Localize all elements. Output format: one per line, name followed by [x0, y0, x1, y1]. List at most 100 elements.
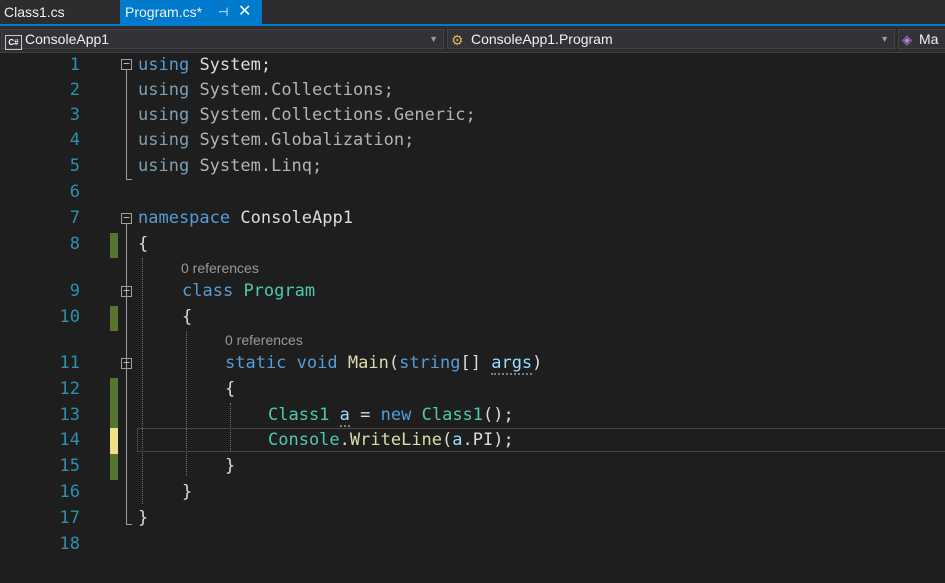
change-marker-saved — [110, 233, 118, 258]
tab-label: Program.cs* — [125, 4, 203, 20]
change-marker-unsaved — [110, 428, 118, 454]
tab-label: Class1.cs — [4, 4, 65, 20]
namespace-token: System — [199, 55, 261, 75]
navigation-bar: C# ConsoleApp1 ▼ ⚙ ConsoleApp1.Program ▼… — [0, 26, 945, 53]
code-line-9[interactable]: class Program — [182, 279, 315, 304]
line-number: 12 — [59, 379, 80, 399]
code-line-13[interactable]: Class1 a = new Class1(); — [268, 403, 514, 428]
project-dropdown-value: ConsoleApp1 — [25, 31, 110, 47]
collapse-method-icon[interactable]: − — [121, 357, 132, 369]
operator: = — [349, 405, 381, 425]
class-icon: ⚙ — [451, 32, 464, 48]
keyword-token: using — [138, 130, 190, 150]
outline-line — [126, 70, 127, 180]
line-number: 14 — [59, 430, 80, 450]
code-line-12[interactable]: { — [225, 377, 235, 402]
code-line-3[interactable]: using System.Collections.Generic; — [138, 103, 476, 128]
codelens-references[interactable]: 0 references — [181, 259, 259, 277]
line-number: 18 — [59, 534, 80, 554]
code-line-1[interactable]: using System; — [138, 53, 271, 78]
code-line-17[interactable]: } — [138, 506, 148, 531]
punctuation: ; — [260, 55, 272, 75]
keyword-token: class — [182, 281, 234, 301]
namespace-token: System.Globalization — [199, 130, 405, 150]
namespace-token: System.Collections.Generic — [199, 105, 466, 125]
line-number: 8 — [69, 234, 80, 254]
method-icon: ◈ — [902, 32, 912, 47]
codelens-references[interactable]: 0 references — [225, 331, 303, 349]
keyword-token: namespace — [138, 208, 231, 228]
indent-guide — [186, 331, 187, 476]
line-number: 11 — [59, 353, 80, 373]
csharp-project-icon: C# — [5, 31, 22, 50]
line-number: 13 — [59, 405, 80, 425]
tab-program-cs[interactable]: Program.cs* ⊣ ✕ — [120, 0, 262, 24]
type-token: Console — [268, 430, 340, 450]
current-line-highlight — [137, 428, 945, 452]
punctuation: ; — [383, 80, 394, 100]
member-dropdown[interactable]: ◈ Ma — [898, 29, 945, 49]
collapse-class-icon[interactable]: − — [121, 285, 132, 297]
code-line-7[interactable]: namespace ConsoleApp1 — [138, 206, 353, 231]
outline-line — [126, 297, 127, 499]
close-icon[interactable]: ✕ — [238, 0, 251, 24]
type-dropdown-value: ConsoleApp1.Program — [471, 31, 613, 47]
code-line-10[interactable]: { — [182, 305, 192, 330]
collapse-namespace-icon[interactable]: − — [121, 212, 132, 224]
namespace-token: System.Collections — [199, 80, 384, 100]
line-number: 7 — [69, 208, 80, 228]
method-token: Main — [347, 353, 389, 373]
code-line-8[interactable]: { — [138, 232, 148, 257]
change-marker-saved — [110, 378, 118, 428]
variable-token: a — [452, 430, 463, 450]
punctuation: ) — [532, 353, 543, 373]
type-token: Class1 — [421, 405, 484, 425]
code-line-16[interactable]: } — [182, 480, 192, 505]
document-tab-strip: Class1.cs Program.cs* ⊣ ✕ — [0, 0, 945, 26]
type-dropdown[interactable]: ⚙ ConsoleApp1.Program ▼ — [447, 29, 895, 49]
namespace-token: System.Linq — [199, 156, 313, 176]
line-number: 2 — [69, 80, 80, 100]
line-number: 10 — [59, 307, 80, 327]
member-access: .PI); — [462, 430, 514, 450]
pin-icon[interactable]: ⊣ — [218, 0, 228, 24]
line-number: 5 — [69, 156, 80, 176]
punctuation: ; — [312, 156, 323, 176]
line-number: 3 — [69, 105, 80, 125]
code-editor[interactable]: 1 2 3 4 5 6 7 8 9 10 11 12 13 14 15 16 1… — [0, 53, 945, 583]
code-line-11[interactable]: static void Main(string[] args) — [225, 351, 542, 376]
tab-class1-cs[interactable]: Class1.cs — [0, 0, 120, 24]
keyword-token: string — [399, 353, 461, 373]
code-line-2[interactable]: using System.Collections; — [138, 78, 394, 103]
line-number: 4 — [69, 130, 80, 150]
outline-line-end — [126, 179, 132, 180]
parameter-token: args — [491, 353, 533, 375]
member-dropdown-value: Ma — [919, 31, 939, 47]
project-dropdown[interactable]: C# ConsoleApp1 ▼ — [1, 29, 444, 50]
keyword-token: using — [138, 55, 190, 75]
keyword-token: using — [138, 80, 190, 100]
keyword-token: void — [296, 353, 338, 373]
collapse-usings-icon[interactable]: − — [121, 58, 132, 70]
keyword-token: using — [138, 105, 190, 125]
method-token: WriteLine — [349, 430, 443, 450]
change-marker-saved — [110, 454, 118, 480]
code-line-5[interactable]: using System.Linq; — [138, 154, 322, 179]
type-token: Class1 — [268, 405, 330, 425]
keyword-token: using — [138, 156, 190, 176]
glyph-margin[interactable] — [0, 53, 24, 583]
punctuation: ; — [465, 105, 476, 125]
code-line-14[interactable]: Console.WriteLine(a.PI); — [268, 428, 514, 453]
code-line-4[interactable]: using System.Globalization; — [138, 128, 414, 153]
code-line-15[interactable]: } — [225, 454, 235, 479]
line-number: 17 — [59, 508, 80, 528]
variable-token: a — [339, 405, 350, 427]
